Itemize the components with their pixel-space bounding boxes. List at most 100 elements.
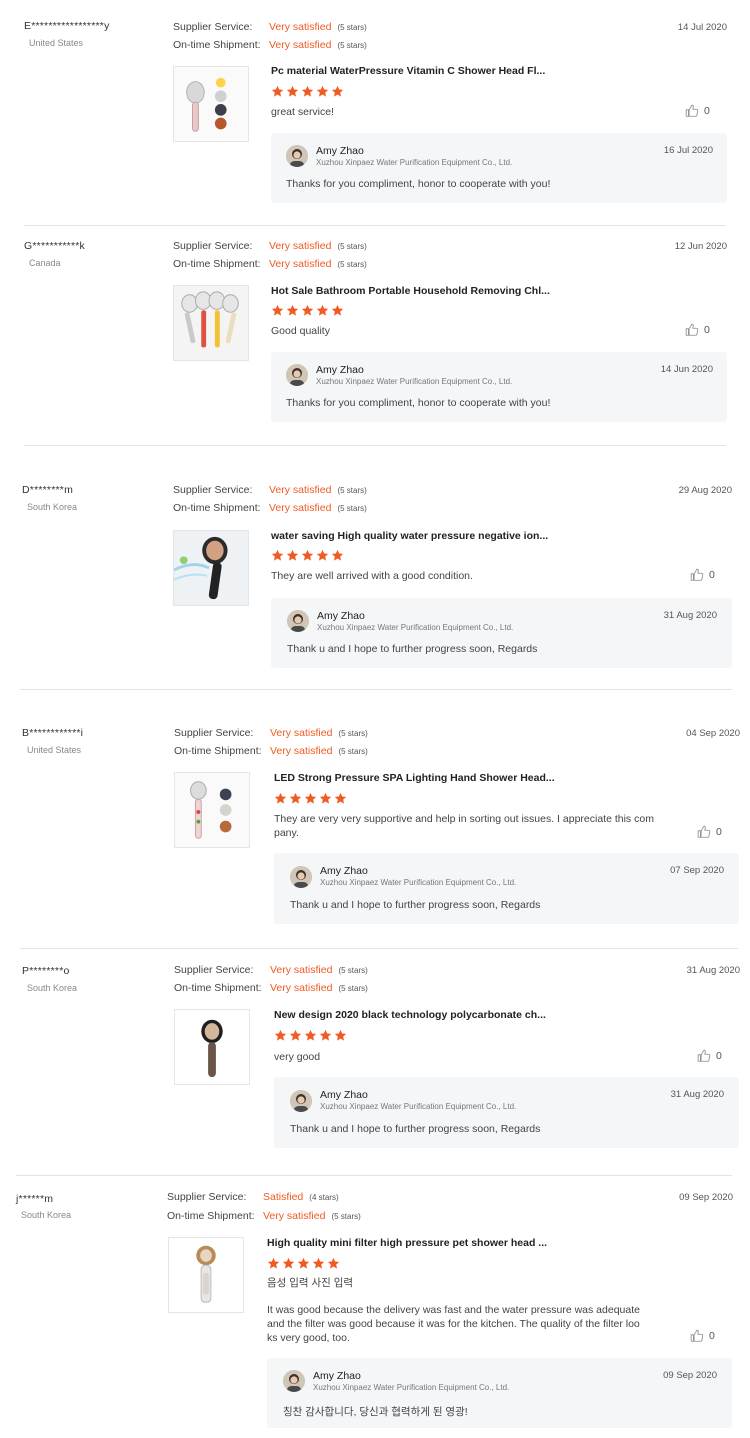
on-time-shipment-value: Very satisfied <box>269 502 332 514</box>
review-list: E*****************y United States Suppli… <box>0 0 750 1438</box>
supplier-service-stars: (5 stars) <box>338 729 368 738</box>
supplier-reply: Amy Zhao Xuzhou Xinpaez Water Purificati… <box>271 352 727 422</box>
reply-author-name: Amy Zhao <box>320 865 368 877</box>
supplier-service-rating: Supplier Service: Very satisfied (5 stars) <box>174 964 368 982</box>
on-time-shipment-value: Very satisfied <box>263 1210 326 1222</box>
like-count: 0 <box>709 1330 715 1342</box>
review-item: D********m South Korea Supplier Service:… <box>0 446 750 690</box>
review-stars <box>274 792 347 805</box>
supplier-service-label: Supplier Service: <box>173 240 253 252</box>
avatar <box>286 364 308 386</box>
star-icon <box>312 1257 325 1269</box>
on-time-shipment-rating: On-time Shipment: Very satisfied (5 stars) <box>173 39 367 57</box>
supplier-service-label: Supplier Service: <box>167 1191 247 1203</box>
supplier-service-stars: (5 stars) <box>337 242 367 251</box>
star-icon <box>334 792 347 804</box>
supplier-reply: Amy Zhao Xuzhou Xinpaez Water Purificati… <box>271 598 732 668</box>
thumbs-up-icon <box>685 323 699 336</box>
review-item: G***********k Canada Supplier Service: Ve… <box>0 226 750 446</box>
supplier-service-label: Supplier Service: <box>174 964 254 976</box>
reply-text: Thank u and I hope to further progress s… <box>290 899 541 911</box>
star-icon <box>316 549 329 561</box>
reply-company: Xuzhou Xinpaez Water Purification Equipm… <box>317 623 514 632</box>
star-icon <box>331 85 344 97</box>
reply-author-name: Amy Zhao <box>316 145 364 157</box>
reply-text: 칭찬 감사합니다, 당신과 협력하게 된 영광! <box>283 1406 468 1418</box>
review-date: 09 Sep 2020 <box>679 1192 733 1203</box>
on-time-shipment-stars: (5 stars) <box>337 41 367 50</box>
buyer-country: United States <box>29 38 84 48</box>
avatar-image <box>290 866 312 888</box>
shower-heads-image <box>174 286 248 360</box>
buyer-country: Canada <box>29 258 61 268</box>
star-icon <box>267 1257 280 1269</box>
supplier-service-rating: Supplier Service: Very satisfied (5 stars) <box>174 727 368 745</box>
buyer-name: D********m <box>22 484 74 496</box>
buyer-country: South Korea <box>27 502 78 512</box>
mini-filter-shower-head-image <box>169 1238 243 1312</box>
star-icon <box>286 85 299 97</box>
like-count: 0 <box>704 324 710 336</box>
buyer-name: j******m <box>16 1193 54 1205</box>
review-date: 31 Aug 2020 <box>686 965 740 976</box>
product-thumbnail[interactable] <box>173 530 249 606</box>
product-title-link[interactable]: New design 2020 black technology polycar… <box>274 1009 546 1021</box>
review-date: 04 Sep 2020 <box>686 728 740 739</box>
reply-company: Xuzhou Xinpaez Water Purification Equipm… <box>316 377 513 386</box>
avatar <box>290 866 312 888</box>
star-icon <box>334 1029 347 1041</box>
thumbs-up-icon <box>690 1329 704 1342</box>
like-count: 0 <box>716 826 722 838</box>
like-count: 0 <box>709 569 715 581</box>
product-title-link[interactable]: water saving High quality water pressure… <box>271 530 548 542</box>
supplier-reply: Amy Zhao Xuzhou Xinpaez Water Purificati… <box>267 1358 732 1428</box>
star-icon <box>286 549 299 561</box>
like-button[interactable]: 0 <box>685 323 710 337</box>
on-time-shipment-rating: On-time Shipment: Very satisfied (5 stars) <box>167 1210 361 1228</box>
product-title-link[interactable]: Hot Sale Bathroom Portable Household Rem… <box>271 285 550 297</box>
product-thumbnail[interactable] <box>174 772 250 848</box>
on-time-shipment-rating: On-time Shipment: Very satisfied (5 stars) <box>174 745 368 763</box>
reply-author-name: Amy Zhao <box>317 610 365 622</box>
star-icon <box>304 1029 317 1041</box>
product-thumbnail[interactable] <box>168 1237 244 1313</box>
review-comment: It was good because the delivery was fas… <box>267 1304 640 1344</box>
product-title-link[interactable]: LED Strong Pressure SPA Lighting Hand Sh… <box>274 772 555 784</box>
supplier-service-stars: (4 stars) <box>309 1193 339 1202</box>
supplier-service-label: Supplier Service: <box>174 727 254 739</box>
thumbs-up-icon <box>685 104 699 117</box>
star-icon <box>274 1029 287 1041</box>
like-button[interactable]: 0 <box>697 1049 722 1063</box>
like-button[interactable]: 0 <box>690 568 715 582</box>
on-time-shipment-stars: (5 stars) <box>337 504 367 513</box>
thumbs-up-icon <box>697 1049 711 1062</box>
star-icon <box>286 304 299 316</box>
product-thumbnail[interactable] <box>173 66 249 142</box>
reply-text: Thank u and I hope to further progress s… <box>287 643 538 655</box>
on-time-shipment-label: On-time Shipment: <box>167 1210 255 1222</box>
product-title-link[interactable]: Pc material WaterPressure Vitamin C Show… <box>271 65 545 77</box>
negative-ion-shower-head-image <box>174 531 248 605</box>
like-button[interactable]: 0 <box>690 1329 715 1343</box>
like-button[interactable]: 0 <box>685 104 710 118</box>
review-comment: great service! <box>271 106 335 118</box>
product-thumbnail[interactable] <box>173 285 249 361</box>
product-thumbnail[interactable] <box>174 1009 250 1085</box>
buyer-name: G***********k <box>24 240 85 252</box>
product-title-link[interactable]: High quality mini filter high pressure p… <box>267 1237 547 1249</box>
reply-date: 09 Sep 2020 <box>663 1370 717 1381</box>
star-icon <box>304 792 317 804</box>
buyer-country: South Korea <box>21 1210 72 1220</box>
on-time-shipment-label: On-time Shipment: <box>173 258 261 270</box>
star-icon <box>301 304 314 316</box>
review-stars <box>271 85 344 98</box>
buyer-country: South Korea <box>27 983 78 993</box>
reply-date: 31 Aug 2020 <box>663 610 717 621</box>
supplier-service-rating: Supplier Service: Very satisfied (5 stars) <box>173 21 367 39</box>
star-icon <box>274 792 287 804</box>
like-button[interactable]: 0 <box>697 825 722 839</box>
reply-author-name: Amy Zhao <box>316 364 364 376</box>
reply-company: Xuzhou Xinpaez Water Purification Equipm… <box>320 1102 517 1111</box>
supplier-service-value: Very satisfied <box>270 964 333 976</box>
review-item: B************i United States Supplier Se… <box>0 690 750 948</box>
